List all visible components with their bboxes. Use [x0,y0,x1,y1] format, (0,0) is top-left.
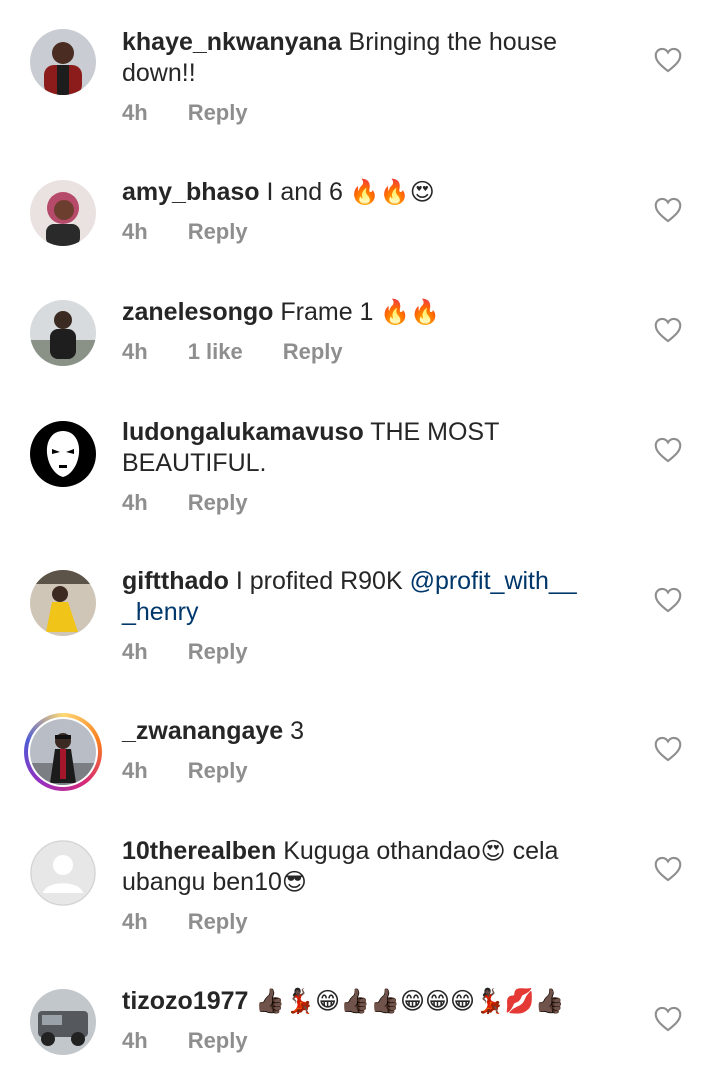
comment-username[interactable]: _zwanangaye [122,717,283,745]
heart-outline-icon[interactable] [654,587,682,613]
story-ring[interactable] [24,713,102,791]
comment-meta: 4h Reply [122,639,288,665]
heart-outline-icon[interactable] [654,437,682,463]
comment-username[interactable]: tizozo1977 [122,987,248,1015]
comment-username[interactable]: khaye_nkwanyana [122,28,342,56]
comment-text: I profited R90K [228,567,410,595]
reply-button[interactable]: Reply [188,219,248,244]
comment-text: Kuguga othandao [276,837,481,865]
comment-username[interactable]: giftthado [122,567,229,595]
comment-emoji: 🔥🔥😍 [349,179,435,206]
comment-username[interactable]: ludongalukamavuso [122,418,364,446]
comment-emoji: 🔥🔥 [380,299,441,326]
avatar[interactable] [30,570,96,636]
comment-text: I and 6 [259,178,350,206]
comment-time: 4h [122,490,148,515]
comment-username[interactable]: 10therealben [122,837,276,865]
avatar[interactable] [30,840,96,906]
avatar[interactable] [30,421,96,487]
comment-meta: 4h 1 like Reply [122,339,383,365]
comment-meta: 4h Reply [122,1028,288,1054]
heart-outline-icon[interactable] [654,197,682,223]
heart-outline-icon[interactable] [654,1006,682,1032]
comment-meta: 4h Reply [122,100,288,126]
comment-body: zanelesongo Frame 1 🔥🔥 [122,297,602,328]
reply-button[interactable]: Reply [188,1028,248,1053]
comment-time: 4h [122,100,148,125]
comment-meta: 4h Reply [122,758,288,784]
comment-emoji: 😎 [281,869,307,896]
comment-body: amy_bhaso I and 6 🔥🔥😍 [122,177,602,208]
comment-meta: 4h Reply [122,219,288,245]
comment-time: 4h [122,1028,148,1053]
comment-meta: 4h Reply [122,490,288,516]
avatar[interactable] [30,29,96,95]
heart-outline-icon[interactable] [654,317,682,343]
avatar[interactable] [30,300,96,366]
reply-button[interactable]: Reply [188,490,248,515]
comment-username[interactable]: zanelesongo [122,298,273,326]
comment-body: khaye_nkwanyana Bringing the house down!… [122,27,602,89]
comment-body: ludongalukamavuso THE MOST BEAUTIFUL. [122,417,602,479]
comment-text: Frame 1 [273,298,381,326]
comment-likes[interactable]: 1 like [188,339,243,364]
avatar[interactable] [30,719,96,785]
comment-text: 3 [283,717,305,745]
reply-button[interactable]: Reply [188,909,248,934]
comment-time: 4h [122,339,148,364]
comment-time: 4h [122,639,148,664]
heart-outline-icon[interactable] [654,736,682,762]
comment-body: tizozo1977 👍🏿💃🏿😁👍🏿👍🏿😁😁😁💃🏿💋👍🏿 [122,986,602,1017]
avatar[interactable] [30,180,96,246]
comment-emoji: 😍 [480,838,506,865]
reply-button[interactable]: Reply [188,100,248,125]
heart-outline-icon[interactable] [654,47,682,73]
comment-time: 4h [122,758,148,783]
comment-body: giftthado I profited R90K @profit_with__… [122,566,602,628]
reply-button[interactable]: Reply [188,758,248,783]
comment-emoji: 👍🏿💃🏿😁👍🏿👍🏿😁😁😁💃🏿💋👍🏿 [255,988,565,1015]
comment-time: 4h [122,219,148,244]
comment-body: 10therealben Kuguga othandao😍 cela ubang… [122,836,602,898]
comment-username[interactable]: amy_bhaso [122,178,260,206]
avatar[interactable] [30,989,96,1055]
comment-time: 4h [122,909,148,934]
comment-meta: 4h Reply [122,909,288,935]
reply-button[interactable]: Reply [283,339,343,364]
comment-body: _zwanangaye 3 [122,716,602,747]
heart-outline-icon[interactable] [654,856,682,882]
reply-button[interactable]: Reply [188,639,248,664]
